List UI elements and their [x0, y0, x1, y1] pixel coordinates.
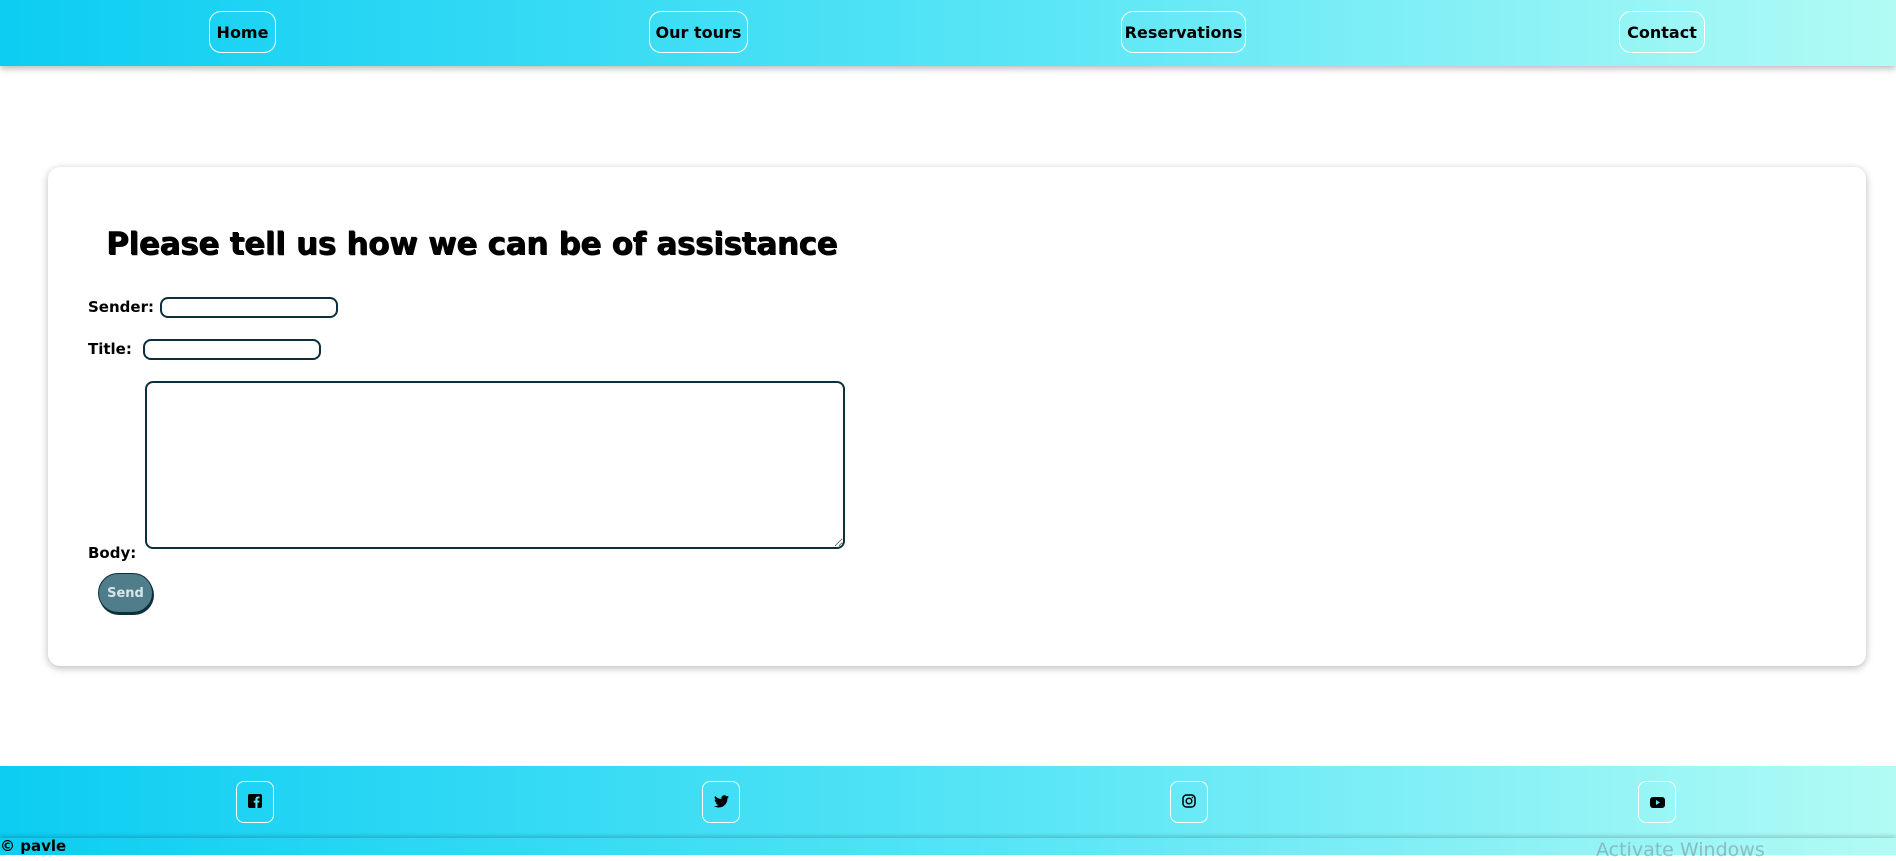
title-input[interactable]	[143, 339, 321, 360]
form-heading: Please tell us how we can be of assistan…	[106, 226, 838, 262]
sender-label: Sender:	[88, 298, 154, 316]
youtube-link[interactable]	[1638, 781, 1676, 823]
sender-input[interactable]	[160, 297, 338, 318]
nav-our-tours-button[interactable]: Our tours	[649, 11, 748, 53]
nav-reservations-button[interactable]: Reservations	[1121, 11, 1246, 53]
instagram-icon	[1182, 793, 1196, 812]
instagram-link[interactable]	[1170, 781, 1208, 823]
copyright-text: © pavle	[0, 837, 67, 855]
top-navbar: Home Our tours Reservations Contact	[0, 0, 1896, 66]
twitter-link[interactable]	[702, 781, 740, 823]
activate-windows-watermark: Activate Windows	[1596, 839, 1765, 861]
nav-home-button[interactable]: Home	[209, 11, 276, 53]
facebook-link[interactable]	[236, 781, 274, 823]
twitter-icon	[713, 793, 729, 812]
body-textarea[interactable]	[145, 381, 845, 549]
facebook-icon	[248, 793, 262, 812]
title-label: Title:	[88, 340, 132, 358]
send-button[interactable]: Send	[98, 573, 153, 613]
body-label: Body:	[88, 544, 137, 562]
youtube-icon	[1649, 793, 1665, 812]
nav-contact-button[interactable]: Contact	[1619, 11, 1705, 53]
